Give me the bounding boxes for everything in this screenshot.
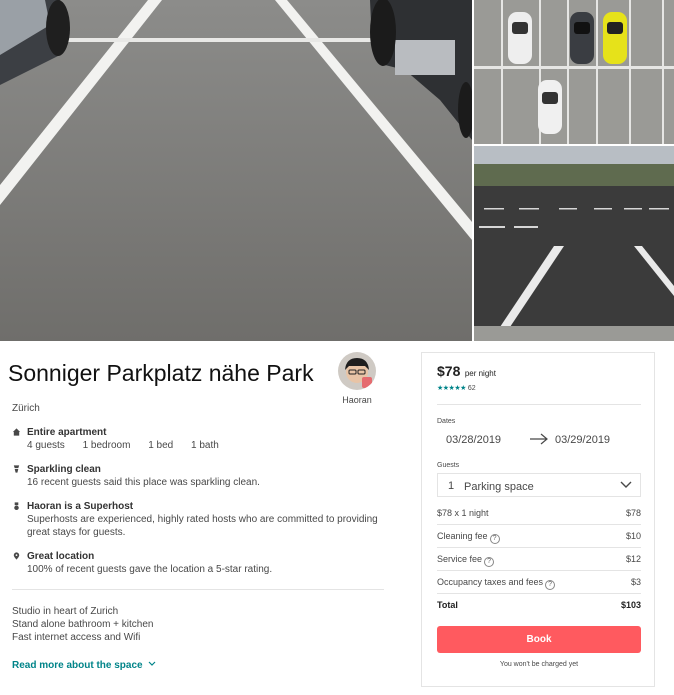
description-line: Fast internet access and Wifi: [12, 632, 141, 643]
nightly-price: $78 per night: [437, 363, 496, 381]
read-more-label: Read more about the space: [12, 660, 143, 671]
price-breakdown-nights: $78 x 1 night $78: [437, 508, 641, 518]
divider: [437, 593, 641, 594]
room-specs: 4 guests 1 bedroom 1 bed 1 bath: [27, 439, 382, 452]
price-per-night: per night: [464, 369, 496, 378]
row-amount: $12: [625, 554, 641, 564]
row-label: $78 x 1 night: [437, 508, 489, 518]
highlight-great-location: Great location 100% of recent guests gav…: [12, 550, 382, 576]
avatar[interactable]: [338, 352, 376, 390]
divider: [12, 589, 384, 590]
total-amount: $103: [620, 600, 641, 610]
guests-value: Parking space: [464, 481, 534, 493]
highlight-sparkling-clean: Sparkling clean 16 recent guests said th…: [12, 463, 382, 489]
highlight-title: Haoran is a Superhost: [27, 501, 134, 512]
bed-count: 1 bed: [148, 440, 174, 451]
host-profile[interactable]: Haoran: [336, 352, 378, 405]
guests-label: Guests: [437, 462, 460, 469]
row-amount: $78: [625, 508, 641, 518]
highlight-superhost: Haoran is a Superhost Superhosts are exp…: [12, 500, 382, 539]
price-breakdown-cleaning: Cleaning fee? $10: [437, 531, 641, 544]
book-button[interactable]: Book: [437, 626, 641, 653]
listing-photo-lot[interactable]: [474, 146, 674, 341]
highlight-title: Sparkling clean: [27, 464, 101, 475]
divider: [437, 547, 641, 548]
help-icon[interactable]: ?: [484, 557, 495, 567]
check-out-date[interactable]: 03/29/2019: [555, 434, 610, 446]
dates-label: Dates: [437, 418, 456, 425]
listing-photo-main[interactable]: [0, 0, 472, 341]
star-rating-icon: ★★★★★: [437, 385, 466, 392]
bath-count: 1 bath: [191, 440, 219, 451]
photo-gallery: [0, 0, 674, 341]
price-breakdown-taxes: Occupancy taxes and fees? $3: [437, 577, 641, 590]
description-line: Studio in heart of Zurich: [12, 606, 119, 617]
help-icon[interactable]: ?: [545, 580, 556, 590]
listing-title: Sonniger Parkplatz nähe Park: [8, 360, 314, 386]
highlight-entire-apartment: Entire apartment 4 guests 1 bedroom 1 be…: [12, 426, 382, 452]
sparkle-icon: [13, 465, 20, 473]
highlight-text: 16 recent guests said this place was spa…: [27, 477, 260, 488]
listing-description: Studio in heart of Zurich Stand alone ba…: [12, 605, 153, 644]
host-name[interactable]: Haoran: [336, 395, 378, 405]
booking-panel: $78 per night ★★★★★ 62 Dates 03/28/2019 …: [421, 352, 655, 687]
check-in-date[interactable]: 03/28/2019: [446, 434, 501, 446]
read-more-link[interactable]: Read more about the space: [12, 660, 156, 671]
price-total: Total $103: [437, 600, 641, 610]
chevron-down-icon: [620, 481, 632, 488]
row-label: Cleaning fee: [437, 531, 488, 541]
no-charge-note: You won't be charged yet: [499, 661, 579, 668]
row-amount: $3: [630, 577, 641, 587]
divider: [437, 524, 641, 525]
highlight-title: Great location: [27, 551, 95, 562]
listing-highlights: Entire apartment 4 guests 1 bedroom 1 be…: [12, 426, 382, 587]
divider: [437, 404, 641, 405]
help-icon[interactable]: ?: [489, 534, 500, 544]
guests-count: 4 guests: [27, 440, 65, 451]
date-range-picker: 03/28/2019 03/29/2019: [437, 429, 641, 451]
row-amount: $10: [625, 531, 641, 541]
bedroom-count: 1 bedroom: [82, 440, 131, 451]
price-value: $78: [437, 363, 461, 379]
total-label: Total: [437, 600, 458, 610]
review-count: 62: [467, 385, 476, 392]
location-pin-icon: [13, 552, 20, 560]
price-breakdown-service: Service fee? $12: [437, 554, 641, 567]
listing-city: Zürich: [12, 403, 40, 414]
divider: [437, 570, 641, 571]
description-line: Stand alone bathroom + kitchen: [12, 619, 154, 630]
highlight-text: 100% of recent guests gave the location …: [27, 564, 273, 575]
chevron-down-icon: [148, 661, 156, 666]
guests-select[interactable]: 1 Parking space: [437, 473, 641, 497]
guests-count: 1: [448, 480, 455, 492]
medal-icon: [14, 502, 19, 511]
row-label: Occupancy taxes and fees: [437, 577, 544, 587]
home-icon: [12, 428, 21, 436]
arrow-right-icon: [530, 433, 548, 445]
rating[interactable]: ★★★★★ 62: [437, 384, 476, 392]
listing-photo-aerial[interactable]: [474, 0, 674, 144]
highlight-title: Entire apartment: [27, 427, 107, 438]
highlight-text: Superhosts are experienced, highly rated…: [27, 514, 378, 538]
row-label: Service fee: [437, 554, 483, 564]
